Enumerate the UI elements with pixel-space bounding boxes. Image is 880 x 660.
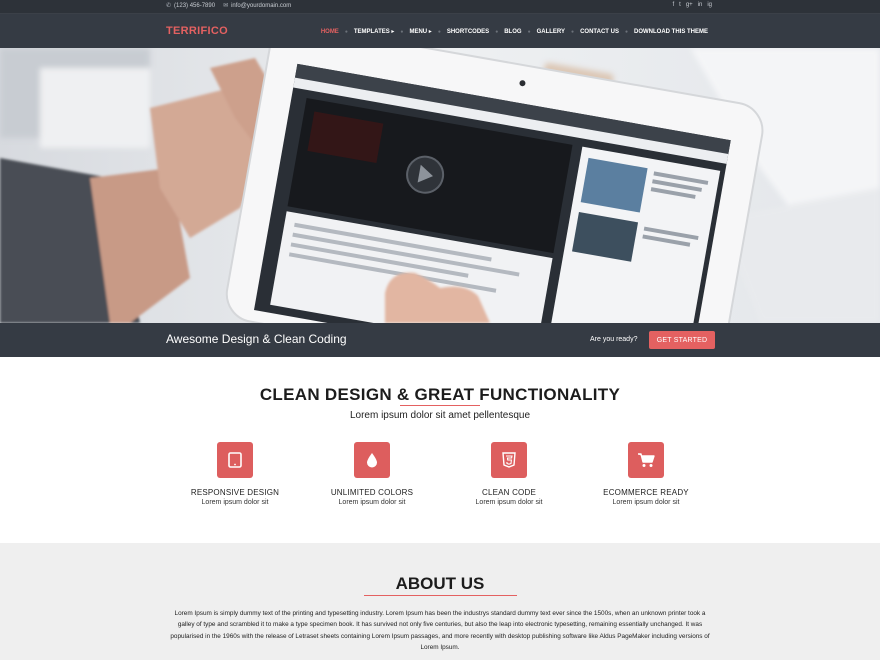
nav-label[interactable]: GALLERY bbox=[537, 29, 565, 35]
droplet-icon bbox=[367, 453, 377, 468]
nav-item-download[interactable]: ● DOWNLOAD THIS THEME bbox=[619, 29, 708, 35]
nav-separator: ● bbox=[527, 28, 531, 35]
feature-icon-box[interactable] bbox=[354, 442, 390, 478]
get-started-button[interactable]: GET STARTED bbox=[649, 331, 715, 349]
feature-icon-box[interactable] bbox=[491, 442, 527, 478]
feature-desc: Lorem ipsum dolor sit bbox=[201, 499, 269, 506]
callout-strip: Awesome Design & Clean Coding Are you re… bbox=[0, 323, 880, 357]
site-header: TERRIFICO HOME ● TEMPLATES ▸ ● MENU ▸ ● SHO… bbox=[0, 14, 880, 48]
nav-separator: ● bbox=[400, 28, 404, 35]
nav-separator: ● bbox=[437, 28, 441, 35]
twitter-icon[interactable]: t bbox=[679, 2, 681, 8]
nav-label[interactable]: HOME bbox=[321, 29, 339, 35]
feature-title: RESPONSIVE DESIGN bbox=[190, 488, 280, 497]
nav-separator: ● bbox=[624, 28, 628, 35]
feature-desc: Lorem ipsum dolor sit bbox=[612, 499, 680, 506]
main-nav: HOME ● TEMPLATES ▸ ● MENU ▸ ● SHORTCODES ● B… bbox=[321, 28, 708, 36]
features-section: CLEAN DESIGN & GREAT FUNCTIONALITY Lorem… bbox=[0, 357, 880, 543]
nav-item-gallery[interactable]: ● GALLERY bbox=[522, 29, 565, 35]
nav-item-templates[interactable]: ● TEMPLATES ▸ bbox=[339, 28, 395, 36]
ready-text: Are you ready? bbox=[590, 336, 638, 343]
title-underline bbox=[400, 405, 480, 406]
nav-label[interactable]: MENU ▸ bbox=[409, 28, 431, 35]
feature-colors[interactable]: UNLIMITED COLORS Lorem ipsum dolor sit bbox=[302, 442, 442, 506]
feature-icon-box[interactable] bbox=[217, 442, 253, 478]
about-title: ABOUT US bbox=[395, 574, 485, 593]
nav-item-home[interactable]: HOME bbox=[321, 29, 339, 35]
nav-label[interactable]: SHORTCODES bbox=[447, 29, 489, 35]
nav-label[interactable]: BLOG bbox=[504, 29, 521, 35]
nav-item-shortcodes[interactable]: ● SHORTCODES bbox=[432, 29, 489, 35]
feature-title: UNLIMITED COLORS bbox=[330, 488, 414, 497]
feature-title: CLEAN CODE bbox=[481, 488, 536, 497]
top-bar: ✆ (123) 456-7890 ✉ info@yourdomain.com f t… bbox=[0, 0, 880, 14]
feature-title: ECOMMERCE READY bbox=[603, 488, 689, 497]
section-subtitle: Lorem ipsum dolor sit amet pellentesque bbox=[349, 410, 531, 421]
feature-desc: Lorem ipsum dolor sit bbox=[475, 499, 543, 506]
section-title: CLEAN DESIGN & GREAT FUNCTIONALITY bbox=[259, 385, 621, 404]
feature-desc: Lorem ipsum dolor sit bbox=[338, 499, 406, 506]
nav-label[interactable]: CONTACT US bbox=[580, 29, 619, 35]
site-logo[interactable]: TERRIFICO bbox=[166, 25, 228, 37]
feature-icon-box[interactable] bbox=[628, 442, 664, 478]
nav-item-menu[interactable]: ● MENU ▸ bbox=[394, 28, 431, 36]
email-address[interactable]: info@yourdomain.com bbox=[231, 3, 291, 9]
contact-info: ✆ (123) 456-7890 ✉ info@yourdomain.com bbox=[166, 2, 291, 9]
nav-label[interactable]: TEMPLATES ▸ bbox=[354, 28, 395, 35]
cart-icon bbox=[638, 453, 655, 467]
social-links: f t g+ in ig bbox=[672, 2, 712, 8]
nav-label[interactable]: DOWNLOAD THIS THEME bbox=[634, 29, 708, 35]
hero-illustration bbox=[0, 48, 880, 323]
nav-separator: ● bbox=[495, 28, 499, 35]
tagline: Awesome Design & Clean Coding bbox=[166, 332, 347, 346]
about-text: Lorem Ipsum is simply dummy text of the … bbox=[170, 610, 710, 651]
phone-number: (123) 456-7890 bbox=[174, 3, 216, 9]
phone-icon: ✆ bbox=[166, 3, 172, 9]
title-underline bbox=[364, 595, 517, 596]
envelope-icon: ✉ bbox=[223, 3, 229, 9]
tablet-icon bbox=[228, 452, 242, 468]
instagram-icon[interactable]: ig bbox=[707, 2, 712, 8]
nav-item-contact[interactable]: ● CONTACT US bbox=[565, 29, 619, 35]
about-section: ABOUT US Lorem Ipsum is simply dummy tex… bbox=[0, 543, 880, 660]
html5-icon bbox=[502, 452, 516, 468]
google-plus-icon[interactable]: g+ bbox=[686, 2, 693, 8]
feature-ecommerce[interactable]: ECOMMERCE READY Lorem ipsum dolor sit bbox=[576, 442, 716, 506]
hero-image bbox=[0, 48, 880, 323]
feature-responsive[interactable]: RESPONSIVE DESIGN Lorem ipsum dolor sit bbox=[165, 442, 305, 506]
phone: ✆ (123) 456-7890 bbox=[166, 2, 215, 9]
feature-clean-code[interactable]: CLEAN CODE Lorem ipsum dolor sit bbox=[439, 442, 579, 506]
nav-separator: ● bbox=[344, 28, 348, 35]
facebook-icon[interactable]: f bbox=[672, 2, 674, 8]
email[interactable]: ✉ info@yourdomain.com bbox=[223, 2, 291, 9]
nav-item-blog[interactable]: ● BLOG bbox=[489, 29, 521, 35]
linkedin-icon[interactable]: in bbox=[698, 2, 703, 8]
nav-separator: ● bbox=[571, 28, 575, 35]
